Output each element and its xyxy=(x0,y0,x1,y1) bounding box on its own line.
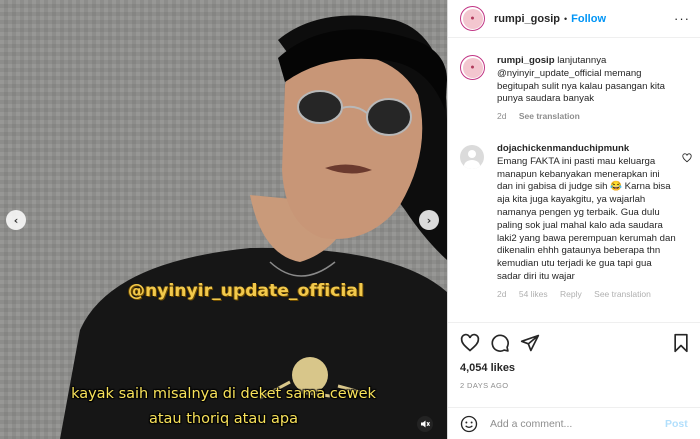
post-media[interactable]: ‹ › @nyinyir_update_official kayak saih … xyxy=(0,0,447,439)
share-plane-icon[interactable] xyxy=(520,333,540,353)
author-username[interactable]: rumpi_gosip xyxy=(494,13,560,25)
bookmark-icon[interactable] xyxy=(672,333,690,353)
post-header: ● rumpi_gosip • Follow ··· xyxy=(448,0,700,38)
comment-reply-button[interactable]: Reply xyxy=(560,289,582,299)
comment-bubble-icon[interactable] xyxy=(490,333,510,353)
comment-text: Emang FAKTA ini pasti mau keluarga manap… xyxy=(497,155,676,282)
video-subtitle-line1: kayak saih misalnya di deket sama cewek xyxy=(71,386,376,402)
more-options-icon[interactable]: ··· xyxy=(674,11,690,26)
caption-username[interactable]: rumpi_gosip xyxy=(497,55,555,66)
post-side-panel: ● rumpi_gosip • Follow ··· ● rumpi_gosip… xyxy=(447,0,700,439)
author-avatar[interactable]: ● xyxy=(460,6,485,31)
caption-body: rumpi_gosip lanjutannya @nyinyir_update_… xyxy=(497,55,677,123)
comment-see-translation[interactable]: See translation xyxy=(594,289,651,299)
comment-time: 2d xyxy=(497,288,507,299)
separator-dot: • xyxy=(564,13,568,24)
caption-see-translation[interactable]: See translation xyxy=(519,111,580,121)
like-heart-icon[interactable] xyxy=(460,333,480,353)
video-subtitle-line2: atau thoriq atau apa xyxy=(148,411,299,427)
comment-like-heart-icon[interactable] xyxy=(682,153,692,163)
emoji-icon[interactable] xyxy=(460,415,478,433)
video-watermark: @nyinyir_update_official xyxy=(128,281,364,301)
add-comment-input[interactable] xyxy=(490,418,660,430)
avatar-image: ● xyxy=(462,8,483,29)
commenter-username[interactable]: dojachickenmanduchipmunk xyxy=(497,143,629,154)
follow-button[interactable]: Follow xyxy=(571,13,606,25)
avatar-image: ● xyxy=(462,57,483,78)
likes-count[interactable]: 4,054 likes xyxy=(460,362,515,374)
comments-list[interactable]: ● rumpi_gosip lanjutannya @nyinyir_updat… xyxy=(448,39,700,322)
caption-avatar[interactable]: ● xyxy=(460,55,485,80)
next-button[interactable]: › xyxy=(419,210,439,230)
caption-meta: 2d See translation xyxy=(497,110,677,123)
action-icons xyxy=(460,333,690,355)
commenter-avatar[interactable] xyxy=(460,145,484,169)
comment-body: dojachickenmanduchipmunk Emang FAKTA ini… xyxy=(497,143,677,301)
caption-time: 2d xyxy=(497,111,507,122)
chevron-right-icon: › xyxy=(426,213,432,227)
post-comment-button[interactable]: Post xyxy=(665,418,688,430)
previous-button[interactable]: ‹ xyxy=(6,210,26,230)
post-date: 2 DAYS AGO xyxy=(460,381,509,390)
video-frame xyxy=(0,0,447,439)
post-actions: 4,054 likes 2 DAYS AGO Post xyxy=(448,322,700,439)
comment-meta: 2d 54 likes Reply See translation xyxy=(497,288,677,301)
chevron-left-icon: ‹ xyxy=(13,213,19,227)
comment-likes[interactable]: 54 likes xyxy=(519,289,548,299)
add-comment-bar: Post xyxy=(448,407,700,439)
speaker-muted-icon[interactable] xyxy=(417,416,433,432)
